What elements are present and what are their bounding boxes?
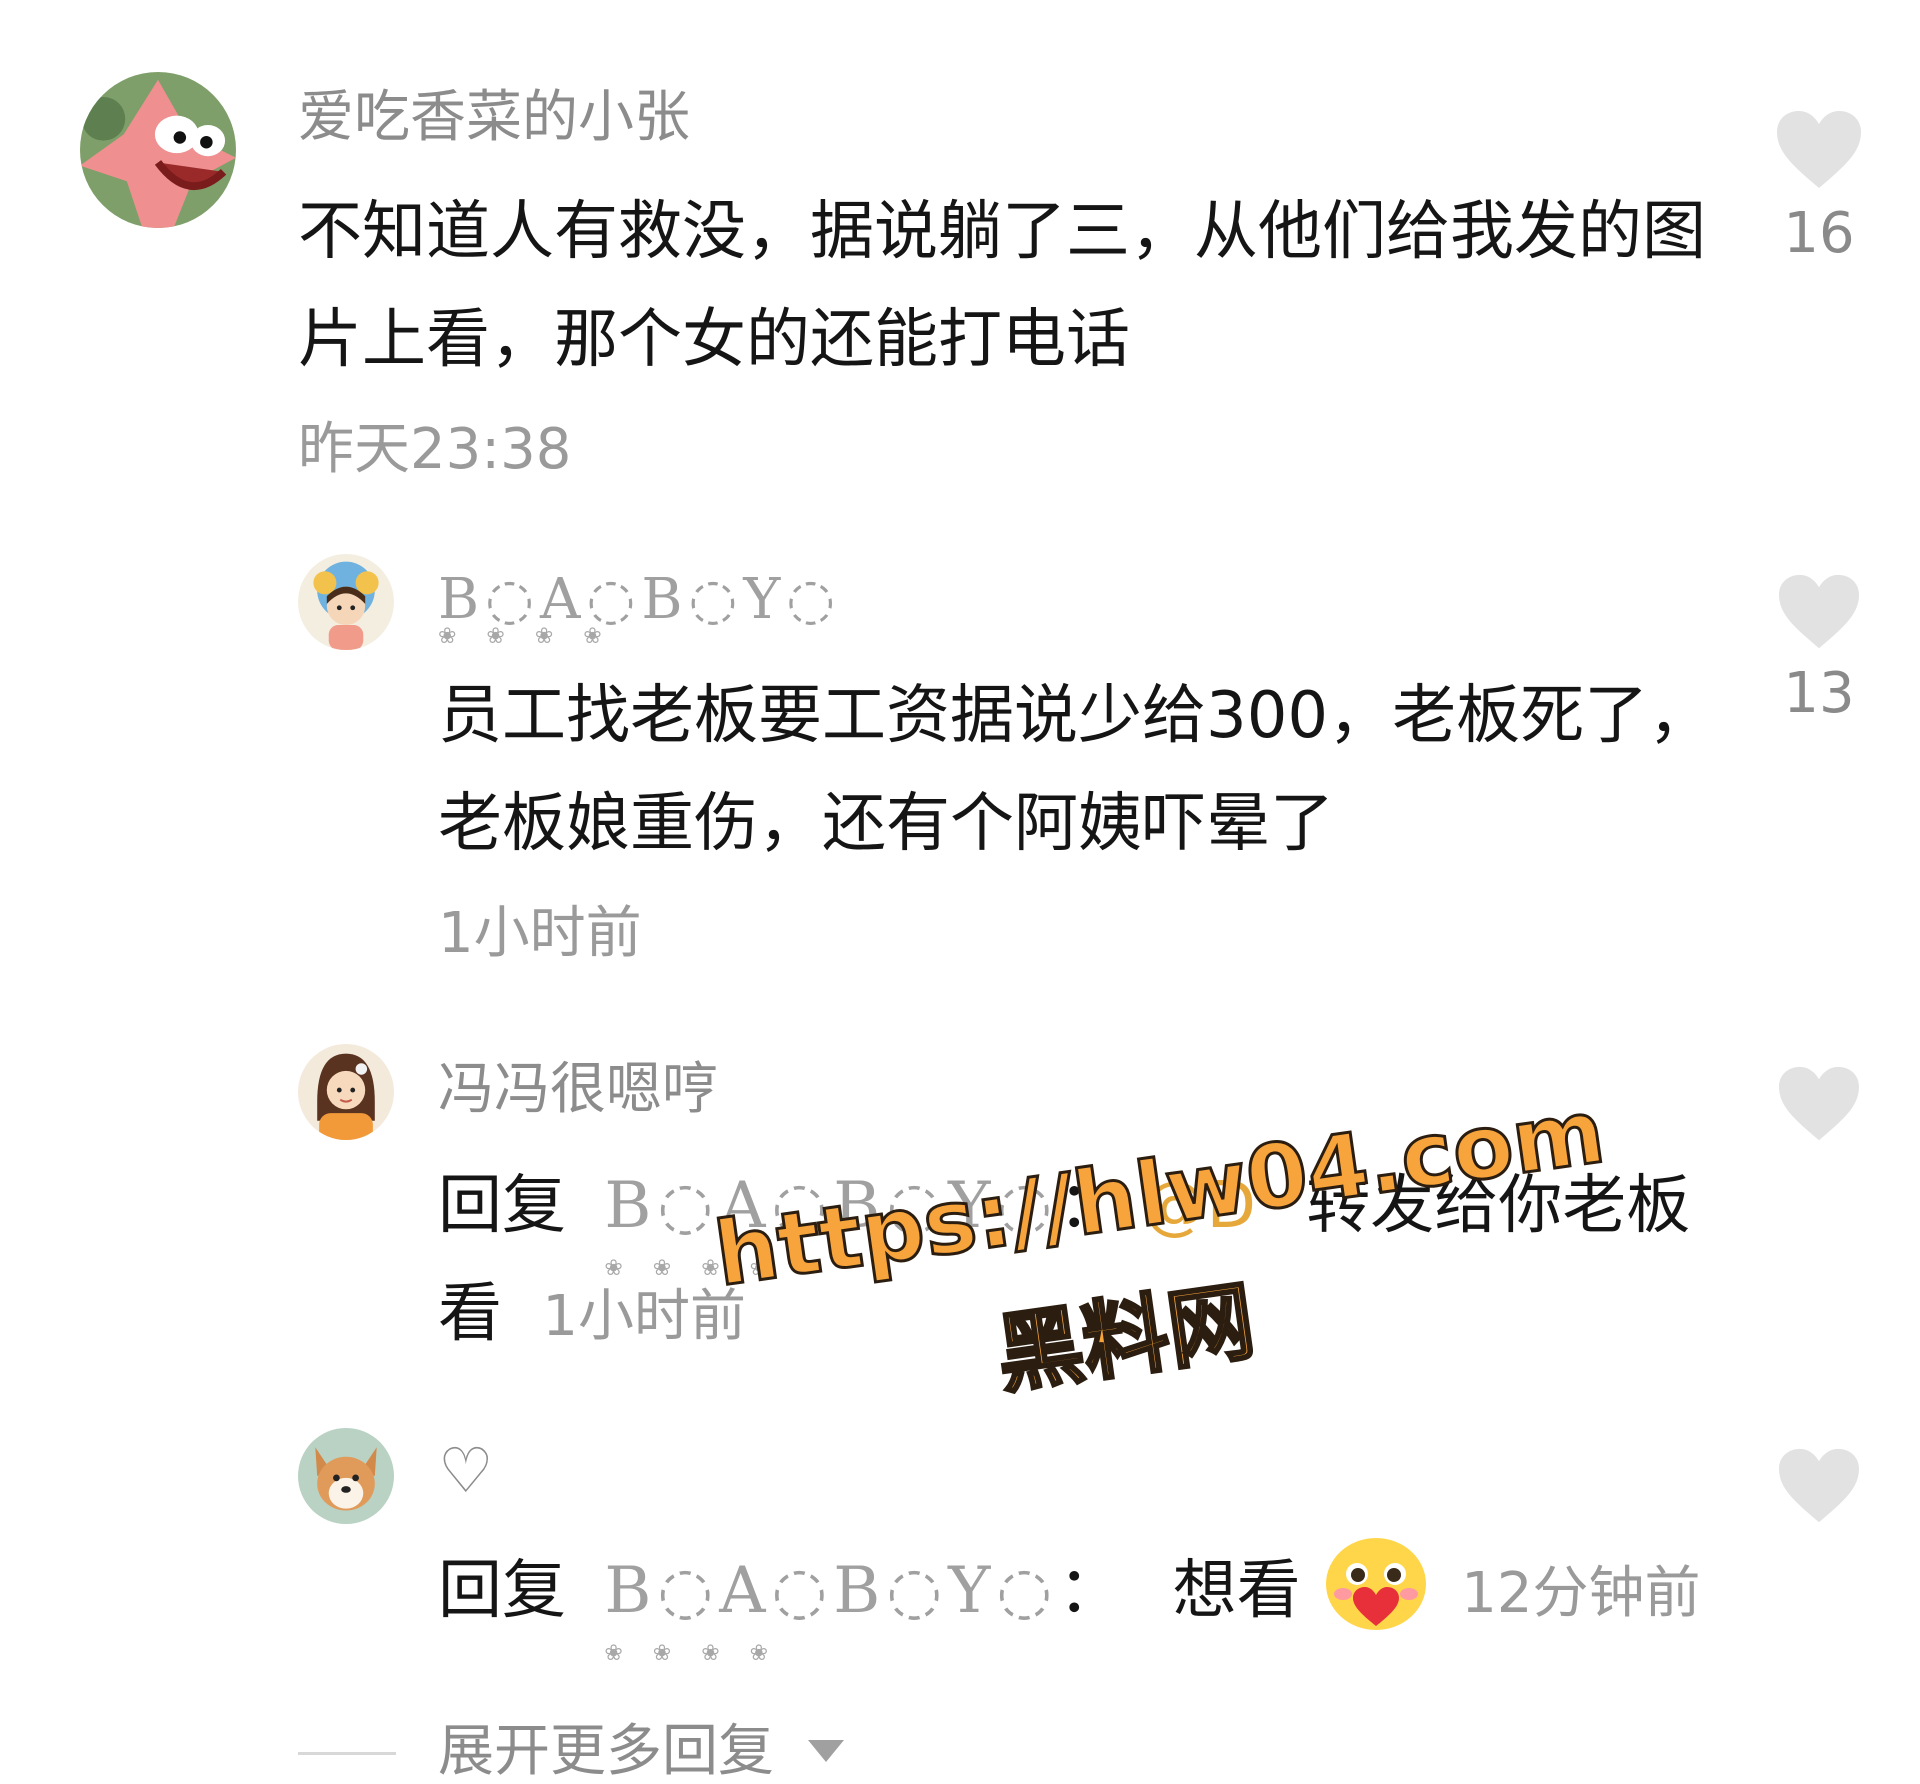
comment-timestamp: 昨天23:38 xyxy=(298,417,572,482)
comment-timestamp: 1小时前 xyxy=(438,901,642,966)
heart-icon xyxy=(1779,1448,1859,1523)
like-count: 13 xyxy=(1783,661,1855,726)
reply-colon: ： xyxy=(1058,1554,1123,1628)
blush-heart-emoji-icon xyxy=(1325,1538,1426,1630)
expand-replies-label: 展开更多回复 xyxy=(438,1719,774,1784)
reply-prefix: 回复 xyxy=(438,1169,566,1243)
comment-body: 员工找老板要工资据说少给300，老板死了，老板娘重伤，还有个阿姨吓晕了 xyxy=(438,679,1713,861)
flower-decoration-icon: ❀❀❀❀ xyxy=(438,624,632,649)
avatar[interactable] xyxy=(80,72,236,228)
avatar[interactable] xyxy=(298,1044,394,1140)
like-button[interactable]: 13 xyxy=(1764,572,1874,722)
expand-replies-button[interactable]: 展开更多回复 xyxy=(438,1724,846,1780)
like-button[interactable]: 16 xyxy=(1764,108,1874,262)
cartoon-girl-avatar-icon xyxy=(298,554,394,650)
avatar[interactable] xyxy=(298,554,394,650)
divider xyxy=(298,1752,396,1755)
avatar[interactable] xyxy=(298,1428,394,1524)
comment-username[interactable]: 爱吃香菜的小张 xyxy=(298,90,690,146)
comment-username[interactable]: 冯冯很嗯哼 xyxy=(438,1062,718,1118)
chevron-down-icon xyxy=(807,1740,844,1762)
heart-icon xyxy=(1779,1066,1859,1141)
dog-avatar-icon xyxy=(298,1428,394,1524)
heart-icon xyxy=(1777,111,1861,188)
patrick-star-avatar-icon xyxy=(80,72,236,228)
flower-decoration-icon: ❀❀❀❀ xyxy=(604,1641,799,1666)
comment-body: 不知道人有救没，据说躺了三，从他们给我发的图片上看，那个女的还能打电话 xyxy=(298,195,1706,377)
reply-to-username[interactable]: B◌A◌B◌Y◌ ❀❀❀❀ xyxy=(604,1537,1058,1665)
comment-username[interactable]: B◌A◌B◌Y◌ ❀❀❀❀ xyxy=(438,567,842,649)
reply-text: 想看 xyxy=(1172,1554,1301,1628)
like-button[interactable] xyxy=(1764,1446,1874,1526)
comment-timestamp: 1小时前 xyxy=(542,1284,746,1349)
cartoon-girl-orange-avatar-icon xyxy=(298,1044,394,1140)
comment-body: 回复 B◌A◌B◌Y◌ ❀❀❀❀ ： 想看 12分钟前 xyxy=(438,1534,1738,1665)
comment-username[interactable]: ♡ xyxy=(438,1440,494,1502)
like-button[interactable] xyxy=(1764,1064,1874,1144)
reply-text-line2: 看 xyxy=(438,1277,502,1351)
reply-prefix: 回复 xyxy=(438,1554,566,1628)
like-count: 16 xyxy=(1783,201,1855,266)
comment-timestamp: 12分钟前 xyxy=(1461,1561,1701,1626)
heart-icon xyxy=(1779,574,1859,649)
decorated-username: B◌A◌B◌Y◌ ❀❀❀❀ xyxy=(438,567,842,649)
